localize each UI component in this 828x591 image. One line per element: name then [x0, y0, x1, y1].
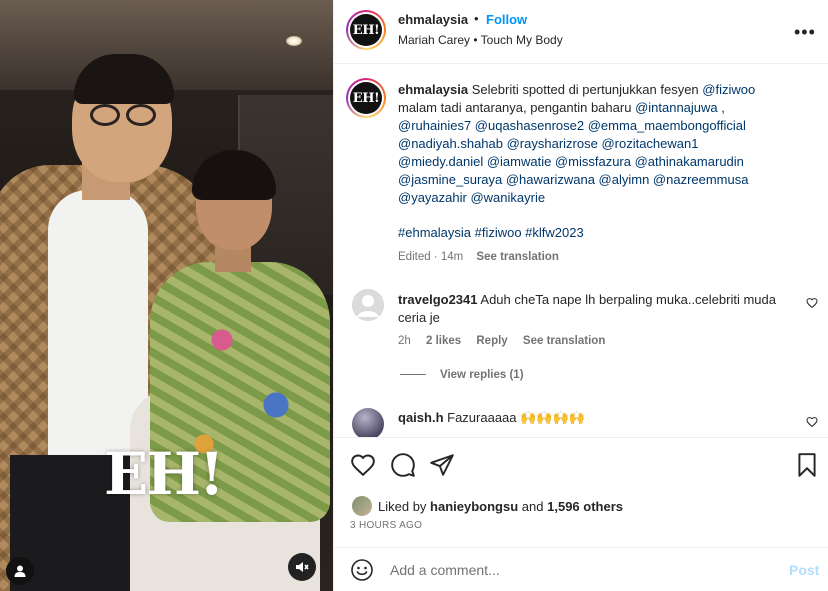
comment-username[interactable]: travelgo2341	[398, 292, 478, 307]
mentions-line[interactable]: @miedy.daniel @iamwatie @missfazura @ath…	[398, 153, 808, 171]
user-icon	[14, 565, 26, 577]
avatar-logo: EH!	[350, 14, 382, 46]
audio-track[interactable]: Mariah Carey • Touch My Body	[398, 33, 563, 47]
caption-comma: ,	[721, 100, 725, 115]
comment-time: 2h	[398, 335, 411, 347]
comment-bubble-icon[interactable]	[390, 452, 416, 478]
mentions-line[interactable]: @ruhainies7 @uqashasenrose2 @emma_maembo…	[398, 117, 808, 135]
avatar-logo: EH!	[350, 82, 382, 114]
see-translation-link[interactable]: See translation	[476, 251, 558, 263]
mentions-line[interactable]: @yayazahir @wanikayrie	[398, 189, 808, 207]
post-header: EH! ehmalaysia • Follow Mariah Carey • T…	[334, 0, 828, 64]
comment-likes[interactable]: 2 likes	[426, 335, 461, 347]
caption-avatar[interactable]: EH!	[346, 78, 386, 118]
comments-section[interactable]: EH! ehmalaysia Selebriti spotted di pert…	[334, 65, 828, 437]
mention-intannajuwa[interactable]: @intannajuwa	[635, 100, 718, 115]
action-bar: Liked by hanieybongsu and 1,596 others 3…	[334, 437, 828, 547]
caption-text: ehmalaysia Selebriti spotted di pertunju…	[398, 81, 808, 207]
comment-body: Fazuraaaaa 🙌🙌🙌🙌	[447, 410, 585, 425]
header-avatar[interactable]: EH!	[346, 10, 386, 50]
caption-line1: Selebriti spotted di pertunjukkan fesyen	[471, 82, 699, 97]
liker-username[interactable]: hanieybongsu	[430, 499, 518, 514]
comment-input[interactable]: Add a comment...	[390, 562, 500, 578]
view-replies-button[interactable]: View replies (1)	[400, 369, 524, 381]
like-heart-icon[interactable]	[350, 452, 376, 478]
others-count[interactable]: 1,596 others	[547, 499, 623, 514]
mute-icon	[296, 562, 309, 572]
header-dot: •	[474, 11, 479, 26]
edited-time: Edited · 14m	[398, 251, 464, 263]
comment-text: qaish.h Fazuraaaaa 🙌🙌🙌🙌	[398, 409, 788, 427]
liked-and: and	[521, 498, 544, 514]
ceiling-lamp	[286, 36, 302, 46]
eh-watermark: EH!	[104, 440, 224, 508]
comment-meta: 2h 2 likes Reply See translation	[398, 335, 617, 347]
more-options-icon[interactable]: •••	[794, 22, 816, 43]
post-media[interactable]: EH!	[0, 0, 333, 591]
comment-avatar[interactable]	[352, 408, 384, 437]
comment-text: travelgo2341 Aduh cheTa nape lh berpalin…	[398, 291, 788, 327]
comment-avatar[interactable]	[352, 289, 384, 321]
share-icon[interactable]	[429, 452, 455, 478]
caption-hashtags[interactable]: #ehmalaysia #fiziwoo #klfw2023	[398, 225, 584, 240]
caption-meta: Edited · 14m See translation	[398, 251, 569, 263]
glasses	[90, 104, 160, 128]
emoji-icon[interactable]	[350, 558, 374, 585]
caption-username[interactable]: ehmalaysia	[398, 82, 468, 97]
mention-fiziwoo[interactable]: @fiziwoo	[702, 82, 755, 97]
see-translation-link[interactable]: See translation	[523, 335, 605, 347]
follow-button[interactable]: Follow	[486, 12, 527, 27]
replies-line	[400, 374, 426, 376]
comment-like-heart-icon[interactable]	[806, 416, 818, 431]
post-panel: EH! ehmalaysia • Follow Mariah Carey • T…	[333, 0, 828, 591]
likes-summary[interactable]: Liked by hanieybongsu and 1,596 others	[352, 496, 623, 516]
view-replies-label: View replies (1)	[440, 369, 524, 381]
default-avatar-icon	[352, 289, 384, 321]
tagged-users-button[interactable]	[6, 557, 34, 585]
add-comment-bar: Add a comment... Post	[334, 547, 828, 591]
post-timestamp: 3 HOURS AGO	[350, 520, 423, 531]
comment-like-heart-icon[interactable]	[806, 297, 818, 312]
header-username[interactable]: ehmalaysia	[398, 12, 468, 27]
mute-button[interactable]	[288, 553, 316, 581]
reply-button[interactable]: Reply	[476, 335, 507, 347]
mentions-line[interactable]: @nadiyah.shahab @raysharizrose @rozitach…	[398, 135, 808, 153]
comment-username[interactable]: qaish.h	[398, 410, 444, 425]
caption-line2: malam tadi antaranya, pengantin baharu	[398, 100, 632, 115]
save-bookmark-icon[interactable]	[794, 452, 820, 478]
post-button[interactable]: Post	[789, 562, 819, 578]
mentions-line[interactable]: @jasmine_suraya @hawarizwana @alyimn @na…	[398, 171, 808, 189]
liker-avatar	[352, 496, 372, 516]
liked-by-prefix: Liked by	[378, 498, 427, 514]
